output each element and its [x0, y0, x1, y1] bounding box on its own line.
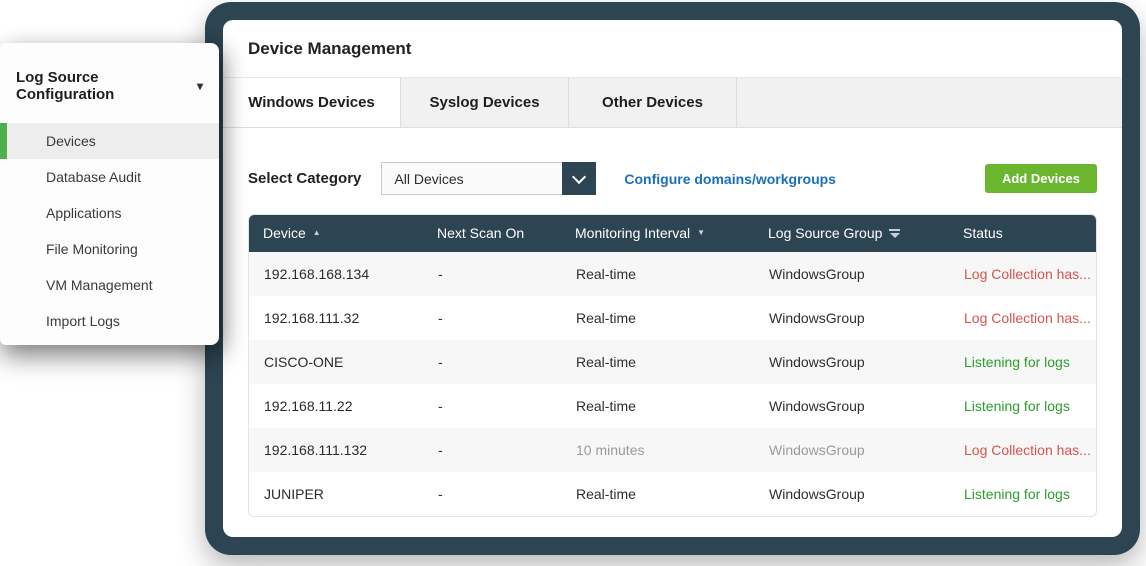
log-source-group-cell: WindowsGroup: [769, 442, 865, 458]
sidebar-title: Log Source Configuration: [16, 69, 115, 103]
log-source-group-cell: WindowsGroup: [769, 354, 865, 370]
device-cell: 192.168.111.132: [264, 442, 368, 458]
device-cell: 192.168.11.22: [264, 398, 353, 414]
status-cell[interactable]: Listening for logs: [949, 354, 1096, 370]
column-label: Monitoring Interval: [575, 225, 691, 241]
sidebar-item-applications[interactable]: Applications: [0, 195, 219, 231]
device-cell: 192.168.111.32: [264, 310, 360, 326]
sidebar-item-label: VM Management: [46, 277, 153, 293]
column-label: Device: [263, 225, 306, 241]
monitoring-interval-cell: 10 minutes: [576, 442, 645, 458]
next-scan-cell: -: [438, 398, 443, 414]
sidebar-title-dropdown[interactable]: Log Source Configuration ▾: [0, 43, 219, 123]
sidebar-item-import-logs[interactable]: Import Logs: [0, 303, 219, 339]
tab-label: Other Devices: [602, 94, 703, 111]
configure-domains-link[interactable]: Configure domains/workgroups: [624, 171, 836, 187]
next-scan-cell: -: [438, 442, 443, 458]
page-title: Device Management: [248, 38, 412, 58]
table-row[interactable]: CISCO-ONE - Real-time WindowsGroup Listening…: [249, 340, 1096, 384]
device-management-panel: Device Management Windows Devices Syslog …: [223, 20, 1122, 537]
filter-icon: [889, 228, 901, 238]
column-header-log-source-group[interactable]: Log Source Group: [753, 225, 948, 241]
status-cell[interactable]: Listening for logs: [949, 398, 1096, 414]
app-window-frame: Device Management Windows Devices Syslog …: [205, 2, 1140, 555]
sidebar-nav: Devices Database Audit Applications File Mo…: [0, 123, 219, 339]
table-row[interactable]: 192.168.11.22 - Real-time WindowsGroup Liste…: [249, 384, 1096, 428]
sidebar-item-devices[interactable]: Devices: [0, 123, 219, 159]
panel-header: Device Management: [223, 20, 1122, 78]
sidebar-item-file-monitoring[interactable]: File Monitoring: [0, 231, 219, 267]
log-source-group-cell: WindowsGroup: [769, 266, 865, 282]
sidebar-item-vm-management[interactable]: VM Management: [0, 267, 219, 303]
caret-down-icon: ▾: [196, 79, 203, 93]
sort-asc-icon: ▲: [312, 228, 321, 237]
log-source-group-cell: WindowsGroup: [769, 310, 865, 326]
column-header-status[interactable]: Status: [948, 225, 1096, 241]
tab-bar: Windows Devices Syslog Devices Other Devic…: [223, 78, 1122, 128]
filter-icon-bar: [889, 228, 901, 231]
monitoring-interval-cell: Real-time: [576, 398, 636, 414]
status-cell[interactable]: Log Collection has...: [949, 266, 1096, 282]
add-devices-button[interactable]: Add Devices: [984, 164, 1097, 193]
table-body: 192.168.168.134 - Real-time WindowsGroup Log…: [249, 252, 1096, 516]
toolbar: Select Category All Devices Configure do…: [248, 162, 1097, 195]
category-select[interactable]: All Devices: [381, 162, 597, 195]
column-header-monitoring-interval[interactable]: Monitoring Interval ▼: [560, 225, 753, 241]
device-cell: 192.168.168.134: [264, 266, 370, 282]
sidebar-item-database-audit[interactable]: Database Audit: [0, 159, 219, 195]
monitoring-interval-cell: Real-time: [576, 266, 636, 282]
tab-syslog-devices[interactable]: Syslog Devices: [401, 78, 569, 127]
select-category-label: Select Category: [248, 170, 362, 187]
sidebar-item-label: File Monitoring: [46, 241, 138, 257]
column-header-next-scan-on[interactable]: Next Scan On: [422, 225, 560, 241]
tab-windows-devices[interactable]: Windows Devices: [223, 78, 401, 127]
sidebar-item-label: Import Logs: [46, 313, 120, 329]
column-header-device[interactable]: Device ▲: [249, 225, 422, 241]
tab-label: Syslog Devices: [429, 94, 540, 111]
sidebar: Log Source Configuration ▾ Devices Databa…: [0, 43, 219, 345]
sort-desc-icon: ▼: [697, 228, 706, 237]
status-cell[interactable]: Log Collection has...: [949, 310, 1096, 326]
status-cell[interactable]: Log Collection has...: [949, 442, 1096, 458]
devices-table: Device ▲ Next Scan On Monitoring Interval ▼ L…: [248, 214, 1097, 517]
sidebar-item-label: Devices: [46, 133, 96, 149]
column-label: Log Source Group: [768, 225, 883, 241]
column-label: Next Scan On: [437, 225, 525, 241]
table-row[interactable]: 192.168.168.134 - Real-time WindowsGroup Log…: [249, 252, 1096, 296]
category-select-value: All Devices: [394, 170, 464, 187]
filter-icon-triangle: [889, 232, 900, 238]
sidebar-item-label: Database Audit: [46, 169, 141, 185]
monitoring-interval-cell: Real-time: [576, 354, 636, 370]
monitoring-interval-cell: Real-time: [576, 486, 636, 502]
sidebar-item-label: Applications: [46, 205, 122, 221]
log-source-group-cell: WindowsGroup: [769, 398, 865, 414]
device-cell: JUNIPER: [264, 486, 324, 502]
table-row[interactable]: 192.168.111.132 - 10 minutes WindowsGroup Lo…: [249, 428, 1096, 472]
device-cell: CISCO-ONE: [264, 354, 344, 370]
table-row[interactable]: 192.168.111.32 - Real-time WindowsGroup Log …: [249, 296, 1096, 340]
status-cell[interactable]: Listening for logs: [949, 486, 1096, 502]
chevron-down-icon[interactable]: [562, 162, 597, 195]
next-scan-cell: -: [438, 266, 443, 282]
table-row[interactable]: JUNIPER - Real-time WindowsGroup Listening f…: [249, 472, 1096, 516]
log-source-group-cell: WindowsGroup: [769, 486, 865, 502]
next-scan-cell: -: [438, 310, 443, 326]
next-scan-cell: -: [438, 486, 443, 502]
table-header-row: Device ▲ Next Scan On Monitoring Interval ▼ L…: [249, 215, 1096, 252]
column-label: Status: [963, 225, 1003, 241]
next-scan-cell: -: [438, 354, 443, 370]
tab-other-devices[interactable]: Other Devices: [569, 78, 737, 127]
monitoring-interval-cell: Real-time: [576, 310, 636, 326]
tab-label: Windows Devices: [248, 94, 375, 111]
